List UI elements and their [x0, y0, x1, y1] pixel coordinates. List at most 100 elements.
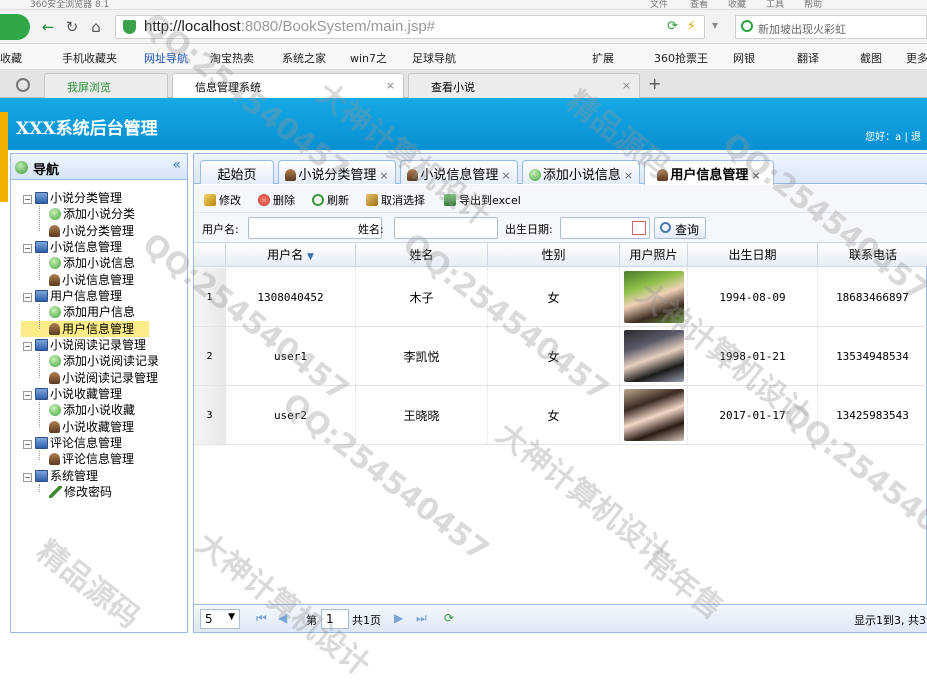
- reload-icon[interactable]: ↻: [62, 17, 82, 37]
- bookmark-screenshot[interactable]: 截图: [860, 50, 882, 66]
- add-icon: [528, 169, 541, 181]
- browser-tab-3[interactable]: 查看小说 ×: [408, 73, 640, 98]
- name-input[interactable]: [394, 217, 498, 239]
- table-row[interactable]: 1 1308040452 木子女 1994-08-09 18683466897: [194, 268, 927, 327]
- nav-group-4[interactable]: − 小说收藏管理: [23, 386, 122, 402]
- nav-item-2-0[interactable]: 添加用户信息: [49, 304, 135, 320]
- column-header-username[interactable]: 用户名 ▼: [226, 243, 356, 267]
- nav-item-2-1[interactable]: 用户信息管理: [21, 320, 149, 337]
- bookmark-translate[interactable]: 翻译: [797, 50, 819, 66]
- nav-item-1-1[interactable]: 小说信息管理: [49, 272, 134, 288]
- url-input[interactable]: http://localhost:8080/BookSystem/main.js…: [115, 15, 705, 39]
- collapse-icon[interactable]: «: [172, 157, 181, 173]
- nav-group-2[interactable]: − 用户信息管理: [23, 288, 122, 304]
- bookmark-tickets[interactable]: 360抢票王: [654, 50, 708, 66]
- reload-icon[interactable]: ⟳: [444, 611, 454, 625]
- bookmark-nav[interactable]: 网址导航: [144, 50, 188, 66]
- edit-button[interactable]: 修改: [204, 192, 241, 208]
- export-excel-button[interactable]: 导出到excel: [444, 192, 521, 208]
- page-size-select[interactable]: 5 ▼: [200, 609, 240, 629]
- close-icon[interactable]: ×: [622, 79, 631, 92]
- lightning-icon[interactable]: ⚡: [687, 19, 696, 34]
- nav-group-1[interactable]: − 小说信息管理: [23, 239, 122, 255]
- refresh-circle-icon[interactable]: ⟳: [667, 19, 678, 34]
- browser-tab-label: 信息管理系统: [195, 81, 261, 94]
- collapse-toggle-icon[interactable]: −: [23, 391, 32, 400]
- column-header-gender[interactable]: 性别: [488, 243, 620, 267]
- refresh-button[interactable]: 刷新: [312, 192, 349, 208]
- collapse-toggle-icon[interactable]: −: [23, 293, 32, 302]
- bookmark-more[interactable]: 更多: [906, 50, 927, 66]
- bookmark-favorites[interactable]: 收藏: [0, 50, 22, 66]
- nav-group-0[interactable]: − 小说分类管理: [23, 190, 122, 206]
- birth-date-input[interactable]: [560, 217, 650, 239]
- close-icon[interactable]: ×: [751, 169, 760, 182]
- page-number-input[interactable]: 1: [321, 609, 349, 629]
- nav-item-5-0[interactable]: 评论信息管理: [49, 451, 134, 467]
- nav-group-5[interactable]: − 评论信息管理: [23, 435, 122, 451]
- close-icon[interactable]: ×: [501, 169, 510, 182]
- bookmark-win7[interactable]: win7之: [350, 50, 387, 66]
- prev-page-icon[interactable]: ◀: [278, 611, 287, 625]
- nav-item-4-0[interactable]: 添加小说收藏: [49, 402, 135, 418]
- tab-user-manage[interactable]: 用户信息管理 ×: [644, 160, 774, 185]
- delete-button[interactable]: 删除: [258, 192, 295, 208]
- cancel-select-button[interactable]: 取消选择: [366, 192, 425, 208]
- nav-item-0-0[interactable]: 添加小说分类: [49, 206, 135, 222]
- tab-home[interactable]: 起始页: [200, 160, 274, 184]
- search-button[interactable]: 查询: [654, 217, 706, 239]
- nav-item-3-1[interactable]: 小说阅读记录管理: [49, 370, 158, 386]
- column-header-photo[interactable]: 用户照片: [620, 243, 688, 267]
- calendar-icon[interactable]: [632, 221, 646, 235]
- nav-item-0-1[interactable]: 小说分类管理: [49, 223, 134, 239]
- column-header-birth[interactable]: 出生日期: [688, 243, 818, 267]
- collapse-toggle-icon[interactable]: −: [23, 342, 32, 351]
- menu-help[interactable]: 帮助: [804, 0, 822, 9]
- tab-category-manage[interactable]: 小说分类管理 ×: [278, 160, 396, 184]
- monitor-icon: [35, 290, 48, 302]
- bookmark-taobao[interactable]: 淘宝热卖: [210, 50, 254, 66]
- browser-menu-icon[interactable]: [16, 78, 30, 92]
- bookmark-extensions[interactable]: 扩展: [592, 50, 614, 66]
- menu-file[interactable]: 文件: [650, 0, 668, 9]
- column-header-phone[interactable]: 联系电话: [818, 243, 927, 267]
- home-icon[interactable]: ⌂: [86, 17, 106, 37]
- tab-novel-manage[interactable]: 小说信息管理 ×: [400, 160, 518, 184]
- table-row[interactable]: 3 user2 王晓晓女 2017-01-17 13425983543: [194, 386, 927, 445]
- menu-tools[interactable]: 工具: [766, 0, 784, 9]
- new-tab-icon[interactable]: +: [648, 74, 661, 93]
- menu-favorites[interactable]: 收藏: [728, 0, 746, 9]
- nav-item-6-0[interactable]: 修改密码: [49, 484, 112, 500]
- user-icon: [657, 169, 669, 181]
- table-row[interactable]: 2 user1 李凯悦女 1998-01-21 13534948534: [194, 327, 927, 386]
- column-header-name[interactable]: 姓名: [356, 243, 488, 267]
- nav-item-3-0[interactable]: 添加小说阅读记录: [49, 353, 159, 369]
- browser-tab-1[interactable]: 我屏浏览: [44, 73, 168, 98]
- first-page-icon[interactable]: ⏮: [256, 611, 267, 626]
- bookmark-xitong[interactable]: 系统之家: [282, 50, 326, 66]
- nav-item-1-0[interactable]: 添加小说信息: [49, 255, 135, 271]
- menu-view[interactable]: 查看: [690, 0, 708, 9]
- last-page-icon[interactable]: ⏭: [416, 611, 427, 626]
- welcome-text[interactable]: 您好：a | 退: [865, 128, 921, 143]
- close-icon[interactable]: ×: [624, 169, 633, 182]
- nav-group-6[interactable]: − 系统管理: [23, 468, 98, 484]
- collapse-toggle-icon[interactable]: −: [23, 244, 32, 253]
- tab-add-novel[interactable]: 添加小说信息 ×: [522, 160, 640, 184]
- bookmark-bank[interactable]: 网银: [733, 50, 755, 66]
- close-icon[interactable]: ×: [386, 79, 395, 92]
- nav-group-3[interactable]: − 小说阅读记录管理: [23, 337, 146, 353]
- next-page-icon[interactable]: ▶: [394, 611, 403, 625]
- nav-item-4-1[interactable]: 小说收藏管理: [49, 419, 134, 435]
- cell-username: user2: [226, 386, 356, 444]
- close-icon[interactable]: ×: [379, 169, 388, 182]
- collapse-toggle-icon[interactable]: −: [23, 440, 32, 449]
- browser-tab-2[interactable]: 信息管理系统 ×: [172, 73, 404, 98]
- back-arrow-icon[interactable]: ←: [38, 17, 58, 37]
- search-engine-dropdown-icon[interactable]: ▾: [712, 18, 718, 32]
- collapse-toggle-icon[interactable]: −: [23, 472, 32, 482]
- bookmark-football[interactable]: 足球导航: [412, 50, 456, 66]
- collapse-toggle-icon[interactable]: −: [23, 195, 32, 204]
- search-input[interactable]: 新加坡出现火彩虹: [735, 15, 927, 39]
- bookmark-mobile[interactable]: 手机收藏夹: [62, 50, 117, 66]
